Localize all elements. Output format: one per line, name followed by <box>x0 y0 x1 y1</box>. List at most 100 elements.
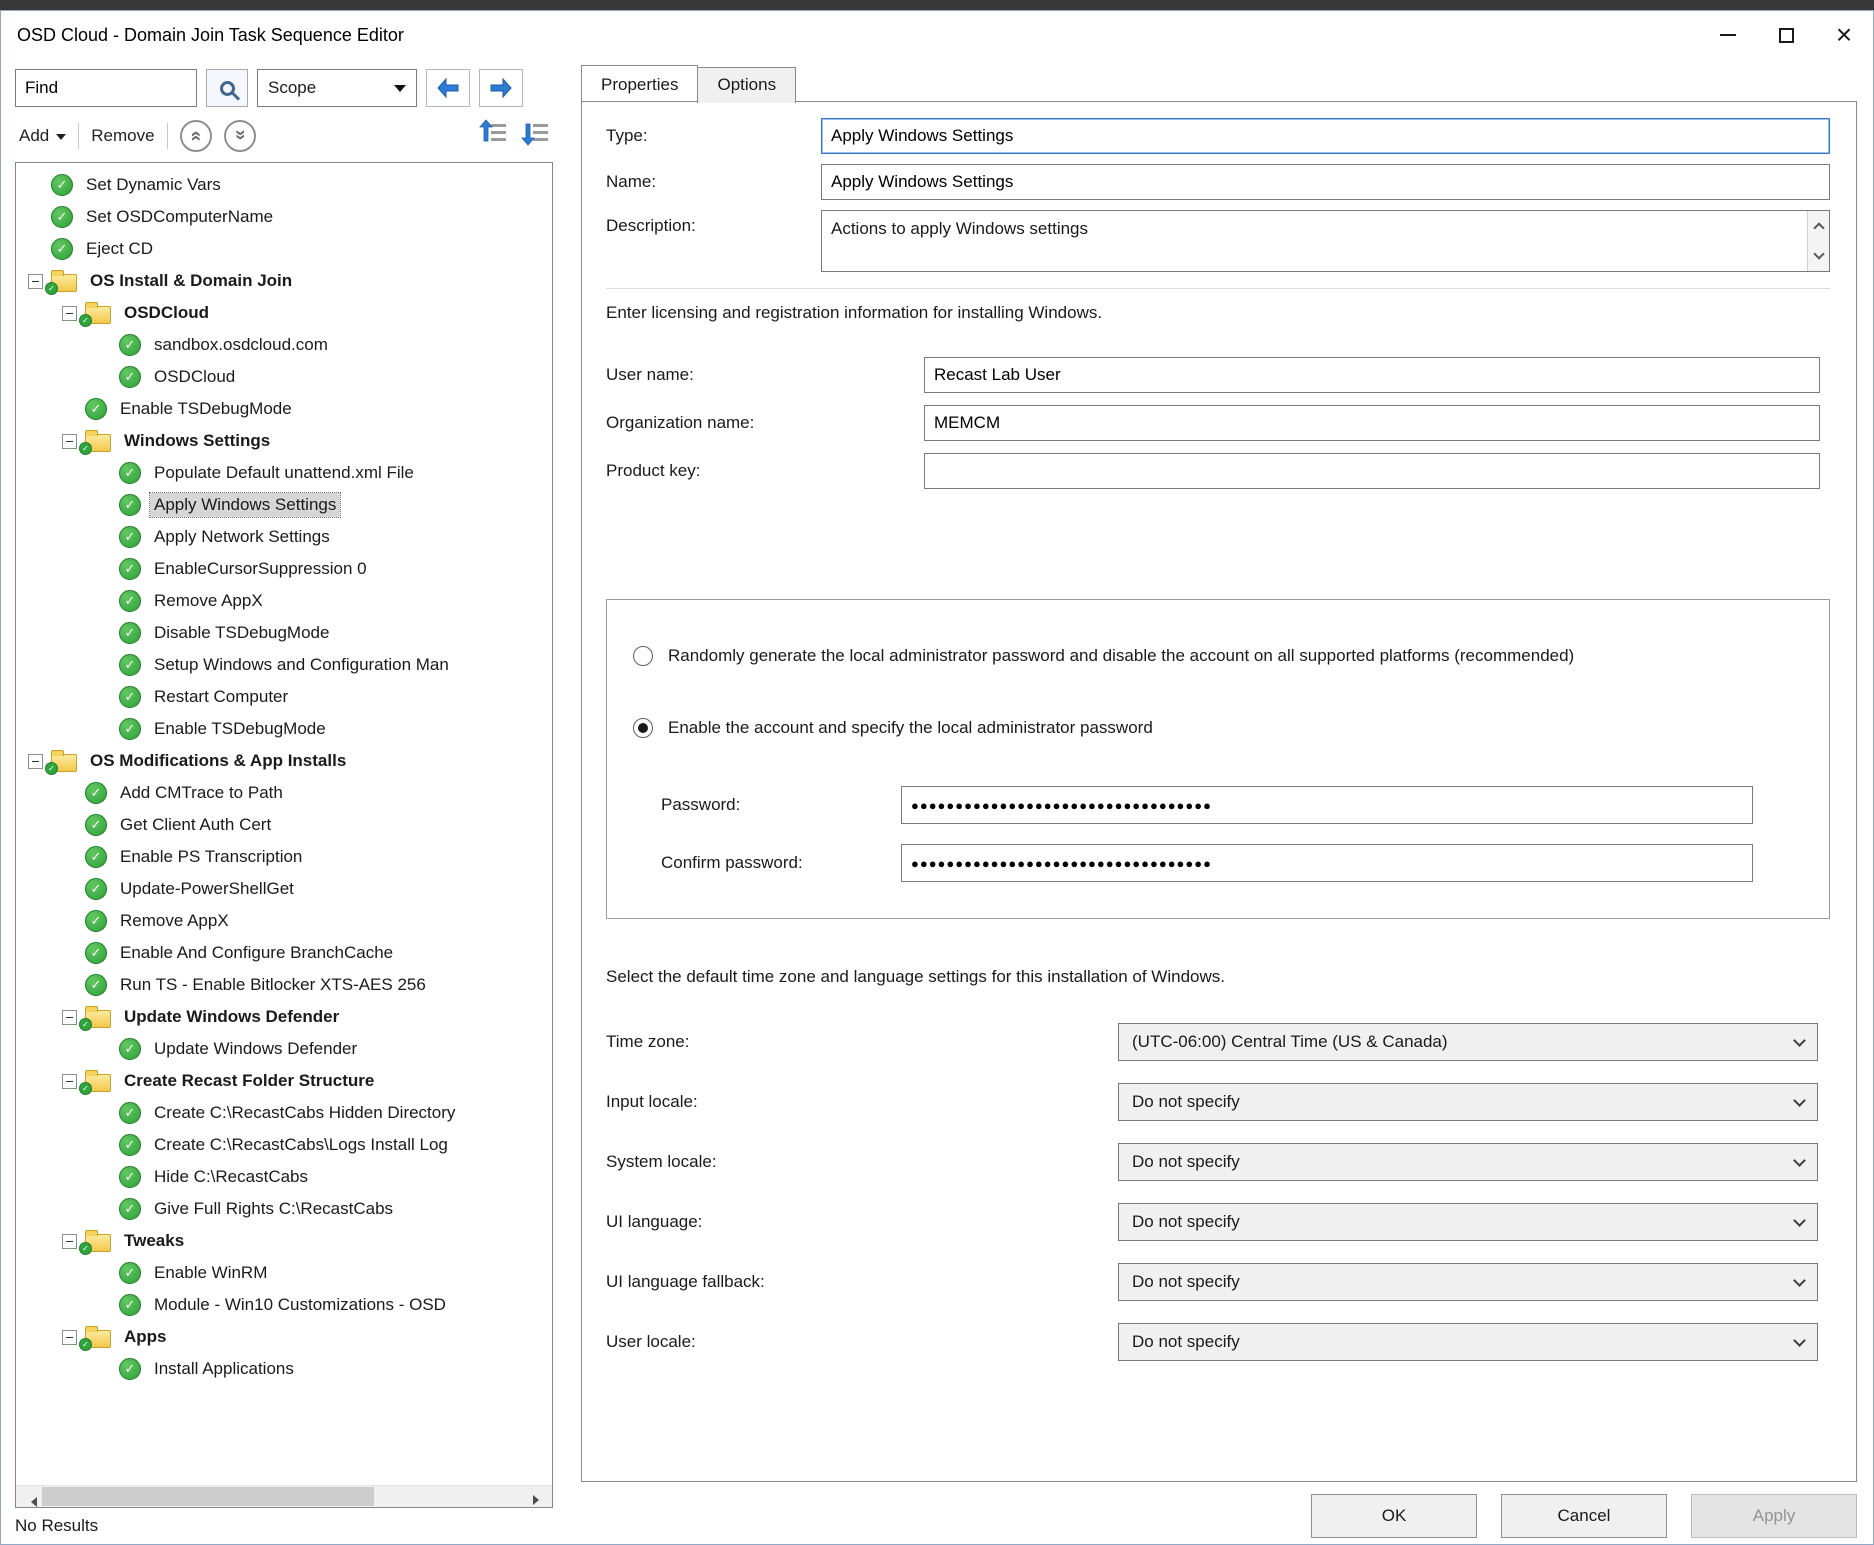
tree-step-row[interactable]: ✓Enable TSDebugMode <box>16 393 552 425</box>
tree-item-label: Update Windows Defender <box>150 1037 361 1061</box>
product-key-field[interactable] <box>924 453 1820 489</box>
collapse-expander-box[interactable] <box>28 754 43 769</box>
collapse-expander-box[interactable] <box>62 1330 77 1345</box>
tree-step-row[interactable]: ✓Module - Win10 Customizations - OSD <box>16 1289 552 1321</box>
tree-step-row[interactable]: ✓Set OSDComputerName <box>16 201 552 233</box>
tree-group-row[interactable]: ✓OS Modifications & App Installs <box>16 745 552 777</box>
tab-options[interactable]: Options <box>697 67 796 103</box>
tree-step-row[interactable]: ✓Eject CD <box>16 233 552 265</box>
tab-properties[interactable]: Properties <box>581 65 698 101</box>
scroll-up-button[interactable] <box>1808 211 1829 241</box>
enable-account-radio[interactable] <box>633 718 653 738</box>
cancel-button[interactable]: Cancel <box>1501 1494 1667 1538</box>
tree-step-row[interactable]: ✓Add CMTrace to Path <box>16 777 552 809</box>
group-folder-icon: ✓ <box>85 306 111 324</box>
input-locale-select[interactable]: Do not specify <box>1118 1083 1818 1121</box>
type-field[interactable] <box>821 118 1830 154</box>
tree-step-row[interactable]: ✓Disable TSDebugMode <box>16 617 552 649</box>
tree-step-row[interactable]: ✓Give Full Rights C:\RecastCabs <box>16 1193 552 1225</box>
tree-group-row[interactable]: ✓Apps <box>16 1321 552 1353</box>
tree-group-row[interactable]: ✓Create Recast Folder Structure <box>16 1065 552 1097</box>
collapse-expander-box[interactable] <box>62 1234 77 1249</box>
random-password-radio[interactable] <box>633 646 653 666</box>
move-step-up-button[interactable] <box>479 119 509 152</box>
scrollbar-thumb[interactable] <box>42 1487 374 1506</box>
scope-select[interactable]: Scope <box>257 69 417 107</box>
ui-language-select[interactable]: Do not specify <box>1118 1203 1818 1241</box>
tree-step-row[interactable]: ✓Hide C:\RecastCabs <box>16 1161 552 1193</box>
move-step-down-button[interactable] <box>521 119 551 152</box>
tree-step-row[interactable]: ✓Remove AppX <box>16 905 552 937</box>
collapse-expander-box[interactable] <box>62 1010 77 1025</box>
horizontal-scrollbar[interactable] <box>16 1485 552 1507</box>
description-scrollbar[interactable] <box>1807 211 1829 271</box>
find-next-button[interactable] <box>479 69 523 107</box>
tree-group-row[interactable]: ✓Windows Settings <box>16 425 552 457</box>
collapse-expander-box[interactable] <box>62 1074 77 1089</box>
tree-step-row[interactable]: ✓Apply Windows Settings <box>16 489 552 521</box>
tree-group-row[interactable]: ✓OS Install & Domain Join <box>16 265 552 297</box>
chevron-down-icon <box>1793 1214 1806 1227</box>
tree-group-row[interactable]: ✓Update Windows Defender <box>16 1001 552 1033</box>
tree-step-row[interactable]: ✓Create C:\RecastCabs\Logs Install Log <box>16 1129 552 1161</box>
organization-name-field[interactable] <box>924 405 1820 441</box>
tree-step-row[interactable]: ✓Remove AppX <box>16 585 552 617</box>
add-button[interactable]: Add <box>19 126 66 146</box>
tree-step-row[interactable]: ✓Create C:\RecastCabs Hidden Directory <box>16 1097 552 1129</box>
tree-step-row[interactable]: ✓Populate Default unattend.xml File <box>16 457 552 489</box>
user-locale-select[interactable]: Do not specify <box>1118 1323 1818 1361</box>
collapse-expander-box[interactable] <box>62 434 77 449</box>
ok-button[interactable]: OK <box>1311 1494 1477 1538</box>
tree-step-row[interactable]: ✓Apply Network Settings <box>16 521 552 553</box>
user-locale-select-value: Do not specify <box>1132 1332 1240 1352</box>
ui-language-fallback-select[interactable]: Do not specify <box>1118 1263 1818 1301</box>
find-input[interactable] <box>15 69 197 107</box>
tree-step-row[interactable]: ✓Update Windows Defender <box>16 1033 552 1065</box>
tree-group-row[interactable]: ✓Tweaks <box>16 1225 552 1257</box>
maximize-button[interactable] <box>1757 11 1815 59</box>
minimize-button[interactable] <box>1699 11 1757 59</box>
tree-step-row[interactable]: ✓Update-PowerShellGet <box>16 873 552 905</box>
apply-button[interactable]: Apply <box>1691 1494 1857 1538</box>
tree-step-row[interactable]: ✓EnableCursorSuppression 0 <box>16 553 552 585</box>
search-button[interactable] <box>206 69 248 107</box>
description-field[interactable]: Actions to apply Windows settings <box>821 210 1830 272</box>
expand-all-button[interactable]: « <box>224 120 256 152</box>
system-locale-select[interactable]: Do not specify <box>1118 1143 1818 1181</box>
tree-step-row[interactable]: ✓Restart Computer <box>16 681 552 713</box>
group-folder-icon: ✓ <box>85 1010 111 1028</box>
step-success-check-icon: ✓ <box>119 334 141 356</box>
tree-step-row[interactable]: ✓Enable And Configure BranchCache <box>16 937 552 969</box>
scroll-down-button[interactable] <box>1808 241 1829 271</box>
step-success-check-icon: ✓ <box>85 910 107 932</box>
collapse-all-button[interactable]: « <box>180 120 212 152</box>
system-locale-label: System locale: <box>606 1152 1118 1172</box>
password-field[interactable] <box>901 786 1753 824</box>
tree-group-row[interactable]: ✓OSDCloud <box>16 297 552 329</box>
tree-step-row[interactable]: ✓Enable PS Transcription <box>16 841 552 873</box>
tree-step-row[interactable]: ✓Run TS - Enable Bitlocker XTS-AES 256 <box>16 969 552 1001</box>
tree-step-row[interactable]: ✓sandbox.osdcloud.com <box>16 329 552 361</box>
tree-step-row[interactable]: ✓OSDCloud <box>16 361 552 393</box>
scroll-right-arrow[interactable] <box>522 1486 552 1508</box>
name-field[interactable] <box>821 164 1830 200</box>
user-name-field[interactable] <box>924 357 1820 393</box>
find-previous-button[interactable] <box>426 69 470 107</box>
tree-step-row[interactable]: ✓Set Dynamic Vars <box>16 169 552 201</box>
tree-step-row[interactable]: ✓Setup Windows and Configuration Man <box>16 649 552 681</box>
time-zone-select[interactable]: (UTC-06:00) Central Time (US & Canada) <box>1118 1023 1818 1061</box>
remove-button[interactable]: Remove <box>91 126 154 146</box>
group-folder-icon: ✓ <box>51 754 77 772</box>
tree-step-row[interactable]: ✓Enable WinRM <box>16 1257 552 1289</box>
ui-language-fallback-label: UI language fallback: <box>606 1272 1118 1292</box>
scroll-left-arrow[interactable] <box>16 1486 38 1508</box>
description-label: Description: <box>606 216 821 236</box>
collapse-expander-box[interactable] <box>28 274 43 289</box>
close-button[interactable]: × <box>1815 11 1873 59</box>
step-success-check-icon: ✓ <box>119 1134 141 1156</box>
collapse-expander-box[interactable] <box>62 306 77 321</box>
tree-step-row[interactable]: ✓Install Applications <box>16 1353 552 1385</box>
tree-step-row[interactable]: ✓Get Client Auth Cert <box>16 809 552 841</box>
confirm-password-field[interactable] <box>901 844 1753 882</box>
tree-step-row[interactable]: ✓Enable TSDebugMode <box>16 713 552 745</box>
